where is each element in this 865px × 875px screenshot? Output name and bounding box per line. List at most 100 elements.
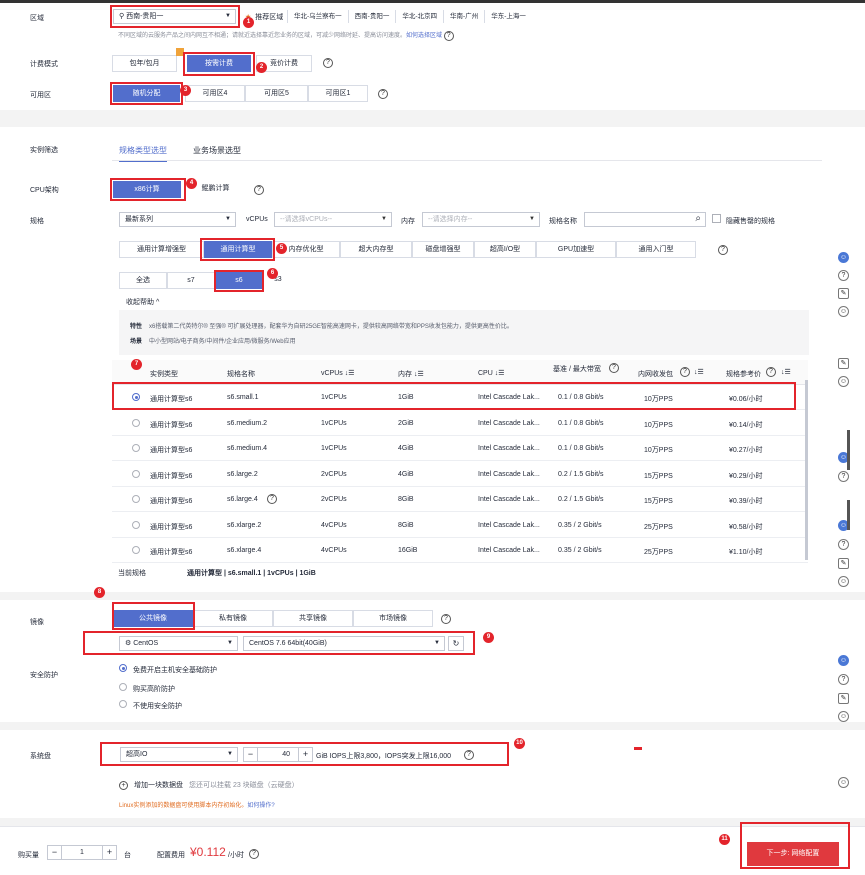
az-option-random[interactable]: 随机分配: [113, 85, 180, 102]
az-option-1[interactable]: 可用区1: [308, 85, 368, 102]
subtype-option[interactable]: 全选: [119, 272, 167, 289]
how-to-link[interactable]: 如何操作?: [247, 803, 274, 809]
disk-size-decrement[interactable]: −: [243, 747, 258, 762]
spec-type-option[interactable]: 超大内存型: [340, 241, 412, 258]
security-radio-none[interactable]: [119, 700, 127, 708]
row-radio[interactable]: [132, 444, 140, 452]
help-icon[interactable]: ?: [323, 58, 333, 68]
next-network-config-button[interactable]: 下一步: 网络配置: [747, 842, 839, 866]
help-icon[interactable]: ?: [838, 471, 849, 482]
page-scrollbar[interactable]: [847, 430, 850, 470]
help-icon[interactable]: ?: [609, 363, 619, 373]
row-radio[interactable]: [132, 495, 140, 503]
feedback-icon[interactable]: ☺: [838, 376, 849, 387]
subtype-option[interactable]: s6: [215, 272, 263, 289]
chat-icon[interactable]: ☺: [838, 655, 849, 666]
memory-select[interactable]: --请选择内存-- ▼: [422, 212, 540, 227]
cpu-option-x86[interactable]: x86计算: [113, 181, 181, 198]
feedback-icon[interactable]: ☺: [838, 711, 849, 722]
help-icon[interactable]: ?: [441, 614, 451, 624]
help-icon[interactable]: ?: [464, 750, 474, 760]
col-cpu[interactable]: CPU ↓☰: [478, 369, 505, 377]
os-version-select[interactable]: CentOS 7.6 64bit(40GiB) ▼: [243, 636, 445, 651]
subtype-option[interactable]: s7: [167, 272, 215, 289]
help-icon[interactable]: ?: [680, 367, 690, 377]
vcpus-select[interactable]: --请选择vCPUs-- ▼: [274, 212, 392, 227]
image-option-private[interactable]: 私有镜像: [193, 610, 273, 627]
table-row[interactable]: 通用计算型s6 s6.medium.2 1vCPUs 2GiB Intel Cascad…: [112, 411, 808, 436]
help-icon[interactable]: ?: [443, 31, 454, 41]
help-icon[interactable]: ?: [838, 270, 849, 281]
billing-option-on-demand[interactable]: 按需计费: [187, 55, 251, 72]
disk-type-select[interactable]: 超高IO ▼: [120, 747, 238, 762]
refresh-icon[interactable]: ↻: [448, 636, 464, 651]
os-select[interactable]: ⚙ CentOS ▼: [119, 636, 238, 651]
edit-icon[interactable]: ✎: [838, 693, 849, 704]
security-radio-advanced[interactable]: [119, 683, 127, 691]
region-chip[interactable]: 华北-乌兰察布一: [287, 10, 348, 23]
help-icon[interactable]: ?: [766, 367, 776, 377]
help-icon[interactable]: ?: [838, 674, 849, 685]
quantity-decrement[interactable]: −: [47, 845, 62, 860]
quantity-input[interactable]: 1: [62, 845, 102, 860]
row-radio[interactable]: [132, 469, 140, 478]
help-icon[interactable]: ?: [267, 494, 277, 504]
quantity-increment[interactable]: +: [102, 845, 117, 860]
az-option-5[interactable]: 可用区5: [245, 85, 308, 102]
table-row[interactable]: 通用计算型s6 s6.small.1 1vCPUs 1GiB Intel Cascade…: [112, 385, 808, 410]
search-icon[interactable]: ⌕: [695, 212, 701, 225]
row-radio[interactable]: [132, 393, 140, 401]
row-radio[interactable]: [132, 546, 140, 554]
edit-icon[interactable]: ✎: [838, 558, 849, 569]
help-icon[interactable]: ?: [838, 539, 849, 550]
disk-size-increment[interactable]: +: [298, 747, 313, 762]
help-icon[interactable]: ?: [249, 849, 259, 859]
table-row[interactable]: 通用计算型s6 s6.medium.4 1vCPUs 4GiB Intel Cascad…: [112, 436, 808, 461]
image-option-public[interactable]: 公共镜像: [113, 610, 193, 627]
az-option-4[interactable]: 可用区4: [185, 85, 245, 102]
billing-option-monthly[interactable]: 包年/包月: [112, 55, 177, 72]
table-scrollbar[interactable]: [805, 380, 808, 560]
spec-type-option[interactable]: GPU加速型: [536, 241, 616, 258]
tab-scenario[interactable]: 业务场景选型: [193, 145, 241, 156]
region-select[interactable]: ⚲ 西南-贵阳一 ▼: [113, 9, 236, 24]
region-chip[interactable]: 华北-北京四: [395, 10, 443, 23]
edit-icon[interactable]: ✎: [838, 358, 849, 369]
row-radio[interactable]: [132, 520, 140, 529]
row-radio[interactable]: [132, 418, 140, 427]
region-chip[interactable]: 华南-广州: [443, 10, 484, 23]
help-icon[interactable]: ?: [378, 89, 388, 99]
image-option-shared[interactable]: 共享镜像: [273, 610, 353, 627]
region-chip[interactable]: 西南-贵阳一: [347, 10, 396, 23]
feedback-icon[interactable]: ☺: [838, 306, 849, 317]
col-vcpus[interactable]: vCPUs ↓☰: [321, 369, 355, 377]
table-row[interactable]: 通用计算型s6 s6.large.4 2vCPUs 8GiB Intel Cascade…: [112, 487, 808, 512]
collapse-help-toggle[interactable]: 收起帮助 ^: [126, 297, 159, 307]
image-option-market[interactable]: 市场镜像: [353, 610, 433, 627]
hide-soldout-checkbox[interactable]: [712, 214, 721, 223]
add-data-disk[interactable]: + 增加一块数据盘 您还可以挂载 23 块磁盘（云硬盘）: [119, 780, 299, 790]
region-help-link[interactable]: 如何选择区域: [406, 33, 442, 39]
region-chip[interactable]: 华东-上海一: [484, 10, 532, 23]
table-row[interactable]: 通用计算型s6 s6.xlarge.4 4vCPUs 16GiB Intel Casca…: [112, 538, 808, 563]
spec-type-option[interactable]: 通用入门型: [616, 241, 696, 258]
sort-icon[interactable]: ↓☰: [781, 368, 791, 376]
spec-type-option[interactable]: 通用计算增强型: [119, 241, 204, 258]
sort-icon[interactable]: ↓☰: [694, 368, 704, 376]
spec-type-option[interactable]: 通用计算型: [204, 241, 272, 258]
spec-type-option[interactable]: 磁盘增强型: [412, 241, 474, 258]
table-row[interactable]: 通用计算型s6 s6.xlarge.2 4vCPUs 8GiB Intel Cascad…: [112, 513, 808, 538]
feedback-icon[interactable]: ☺: [838, 777, 849, 788]
spec-type-option[interactable]: 超高I/O型: [474, 241, 536, 258]
chat-icon[interactable]: ☺: [838, 252, 849, 263]
edit-icon[interactable]: ✎: [838, 288, 849, 299]
col-memory[interactable]: 内存 ↓☰: [398, 369, 424, 379]
disk-size-input[interactable]: 40: [258, 747, 298, 762]
security-radio-basic[interactable]: [119, 664, 127, 672]
series-select[interactable]: 最新系列 ▼: [119, 212, 236, 227]
feedback-icon[interactable]: ☺: [838, 576, 849, 587]
spec-name-input[interactable]: ⌕: [584, 212, 706, 227]
help-icon[interactable]: ?: [254, 185, 264, 195]
table-row[interactable]: 通用计算型s6 s6.large.2 2vCPUs 4GiB Intel Cascade…: [112, 462, 808, 487]
page-scrollbar[interactable]: [847, 500, 850, 530]
